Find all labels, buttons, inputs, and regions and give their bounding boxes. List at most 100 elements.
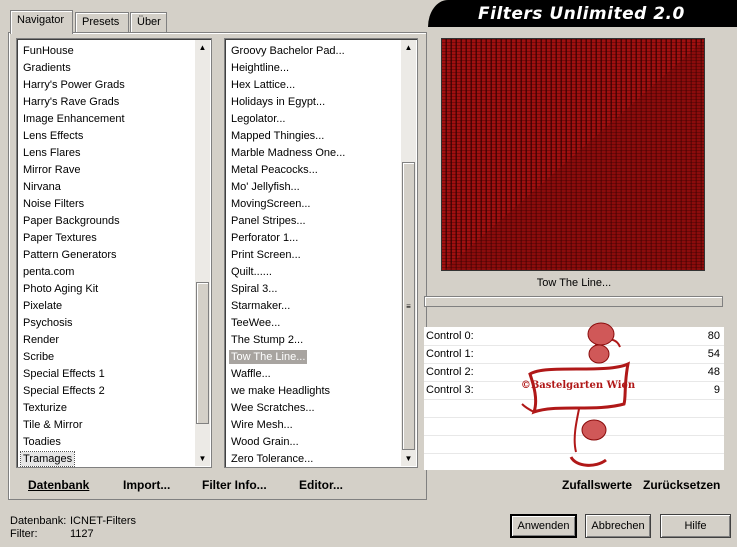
selected-filter-name: Tow The Line... <box>424 272 724 294</box>
scroll-thumb[interactable] <box>196 282 209 424</box>
category-item[interactable]: Photo Aging Kit <box>23 281 195 298</box>
category-item-label: Noise Filters <box>23 198 85 210</box>
filter-item[interactable]: Panel Stripes... <box>231 213 401 230</box>
filter-item[interactable]: Perforator 1... <box>231 230 401 247</box>
datenbank-label: Datenbank <box>28 478 90 492</box>
category-item[interactable]: Texturize <box>23 400 195 417</box>
scroll-up-arrow-icon[interactable]: ▲ <box>195 40 210 55</box>
control-2-label: Control 2: <box>426 366 474 378</box>
filter-item[interactable]: Wood Grain... <box>231 434 401 451</box>
filter-item[interactable]: MovingScreen... <box>231 196 401 213</box>
category-item[interactable]: Special Effects 2 <box>23 383 195 400</box>
import-button[interactable]: Import... <box>123 478 170 492</box>
filter-item[interactable]: The Stump 2... <box>231 332 401 349</box>
filter-info-button[interactable]: Filter Info... <box>202 478 267 492</box>
category-item[interactable]: penta.com <box>23 264 195 281</box>
filter-item[interactable]: Zero Tolerance... <box>231 451 401 467</box>
scroll-up-arrow-icon[interactable]: ▲ <box>401 40 416 55</box>
datenbank-button[interactable]: Datenbank <box>28 478 89 492</box>
category-item[interactable]: Paper Textures <box>23 230 195 247</box>
category-item-label: Pixelate <box>23 300 63 312</box>
category-item[interactable]: Harry's Power Grads <box>23 77 195 94</box>
category-item[interactable]: Mirror Rave <box>23 162 195 179</box>
filter-item[interactable]: Groovy Bachelor Pad... <box>231 43 401 60</box>
filter-item[interactable]: Metal Peacocks... <box>231 162 401 179</box>
category-item-label: Mirror Rave <box>23 164 81 176</box>
category-item[interactable]: Pixelate <box>23 298 195 315</box>
filter-list[interactable]: Groovy Bachelor Pad... Heightline... Hex L… <box>224 38 418 468</box>
filter-item[interactable]: Wee Scratches... <box>231 400 401 417</box>
scroll-thumb[interactable]: ≡ <box>402 162 415 450</box>
category-item[interactable]: Lens Flares <box>23 145 195 162</box>
filter-item[interactable]: Spiral 3... <box>231 281 401 298</box>
filter-item-label: Metal Peacocks... <box>231 164 318 176</box>
category-item[interactable]: FunHouse <box>23 43 195 60</box>
category-item[interactable]: Render <box>23 332 195 349</box>
category-scrollbar[interactable]: ▲ ▼ <box>195 40 210 466</box>
filter-item[interactable]: Holidays in Egypt... <box>231 94 401 111</box>
scroll-down-arrow-icon[interactable]: ▼ <box>401 451 416 466</box>
category-item-label: Render <box>23 334 60 346</box>
apply-button[interactable]: Anwenden <box>510 514 577 538</box>
filter-item[interactable]: Print Screen... <box>231 247 401 264</box>
filter-item[interactable]: Tow The Line... <box>229 349 401 366</box>
category-item[interactable]: Tile & Mirror <box>23 417 195 434</box>
cancel-button[interactable]: Abbrechen <box>585 514 651 538</box>
filter-item[interactable]: Marble Madness One... <box>231 145 401 162</box>
filter-items: Groovy Bachelor Pad... Heightline... Hex L… <box>229 43 401 467</box>
category-item[interactable]: Special Effects 1 <box>23 366 195 383</box>
category-item-label: Tramages <box>19 451 76 467</box>
category-item[interactable]: Harry's Rave Grads <box>23 94 195 111</box>
filter-item[interactable]: TeeWee... <box>231 315 401 332</box>
filter-item[interactable]: Hex Lattice... <box>231 77 401 94</box>
filter-item-label: Zero Tolerance... <box>231 453 314 465</box>
filter-item[interactable]: Legolator... <box>231 111 401 128</box>
progress-slider[interactable] <box>424 296 723 307</box>
category-item[interactable]: Image Enhancement <box>23 111 195 128</box>
category-item[interactable]: Noise Filters <box>23 196 195 213</box>
filter-item[interactable]: Heightline... <box>231 60 401 77</box>
tab-uber[interactable]: Über <box>130 12 167 33</box>
category-item[interactable]: Psychosis <box>23 315 195 332</box>
help-label: Hilfe <box>684 520 707 532</box>
category-item[interactable]: Pattern Generators <box>23 247 195 264</box>
category-item[interactable]: Tramages <box>19 451 195 467</box>
filter-scrollbar[interactable]: ▲ ≡ ▼ <box>401 40 416 466</box>
help-button[interactable]: Hilfe <box>660 514 731 538</box>
filter-item[interactable]: Wire Mesh... <box>231 417 401 434</box>
category-item-label: Image Enhancement <box>23 113 125 125</box>
filter-item-label: Holidays in Egypt... <box>231 96 326 108</box>
filter-item[interactable]: Mo' Jellyfish... <box>231 179 401 196</box>
category-list[interactable]: FunHouse Gradients Harry's Power Grads Harr… <box>16 38 212 468</box>
category-item[interactable]: Lens Effects <box>23 128 195 145</box>
category-item-label: Photo Aging Kit <box>23 283 99 295</box>
category-item-label: FunHouse <box>23 45 74 57</box>
filter-item[interactable]: we make Headlights <box>231 383 401 400</box>
filter-item[interactable]: Mapped Thingies... <box>231 128 401 145</box>
category-item-label: Lens Effects <box>23 130 84 142</box>
filter-item-label: The Stump 2... <box>231 334 304 346</box>
category-item[interactable]: Nirvana <box>23 179 195 196</box>
editor-button[interactable]: Editor... <box>299 478 343 492</box>
category-item[interactable]: Paper Backgrounds <box>23 213 195 230</box>
filter-item-label: Hex Lattice... <box>231 79 296 91</box>
category-item[interactable]: Gradients <box>23 60 195 77</box>
database-value-text: ICNET-Filters <box>70 515 136 527</box>
filter-item[interactable]: Waffle... <box>231 366 401 383</box>
category-item[interactable]: Toadies <box>23 434 195 451</box>
filter-item[interactable]: Quilt...... <box>231 264 401 281</box>
random-values-button[interactable]: Zufallswerte <box>562 478 632 492</box>
scroll-down-arrow-icon[interactable]: ▼ <box>195 451 210 466</box>
category-item[interactable]: Scribe <box>23 349 195 366</box>
control-3-label: Control 3: <box>426 384 474 396</box>
filter-item[interactable]: Starmaker... <box>231 298 401 315</box>
tab-presets[interactable]: Presets <box>75 12 129 33</box>
tab-navigator[interactable]: Navigator <box>10 10 73 34</box>
category-item-label: Special Effects 1 <box>23 368 105 380</box>
control-1-value: 54 <box>707 348 720 360</box>
filter-preview <box>441 38 705 271</box>
reset-button[interactable]: Zurücksetzen <box>643 478 720 492</box>
category-item-label: Scribe <box>23 351 55 363</box>
category-items: FunHouse Gradients Harry's Power Grads Harr… <box>19 43 195 467</box>
filter-item-label: Groovy Bachelor Pad... <box>231 45 345 57</box>
